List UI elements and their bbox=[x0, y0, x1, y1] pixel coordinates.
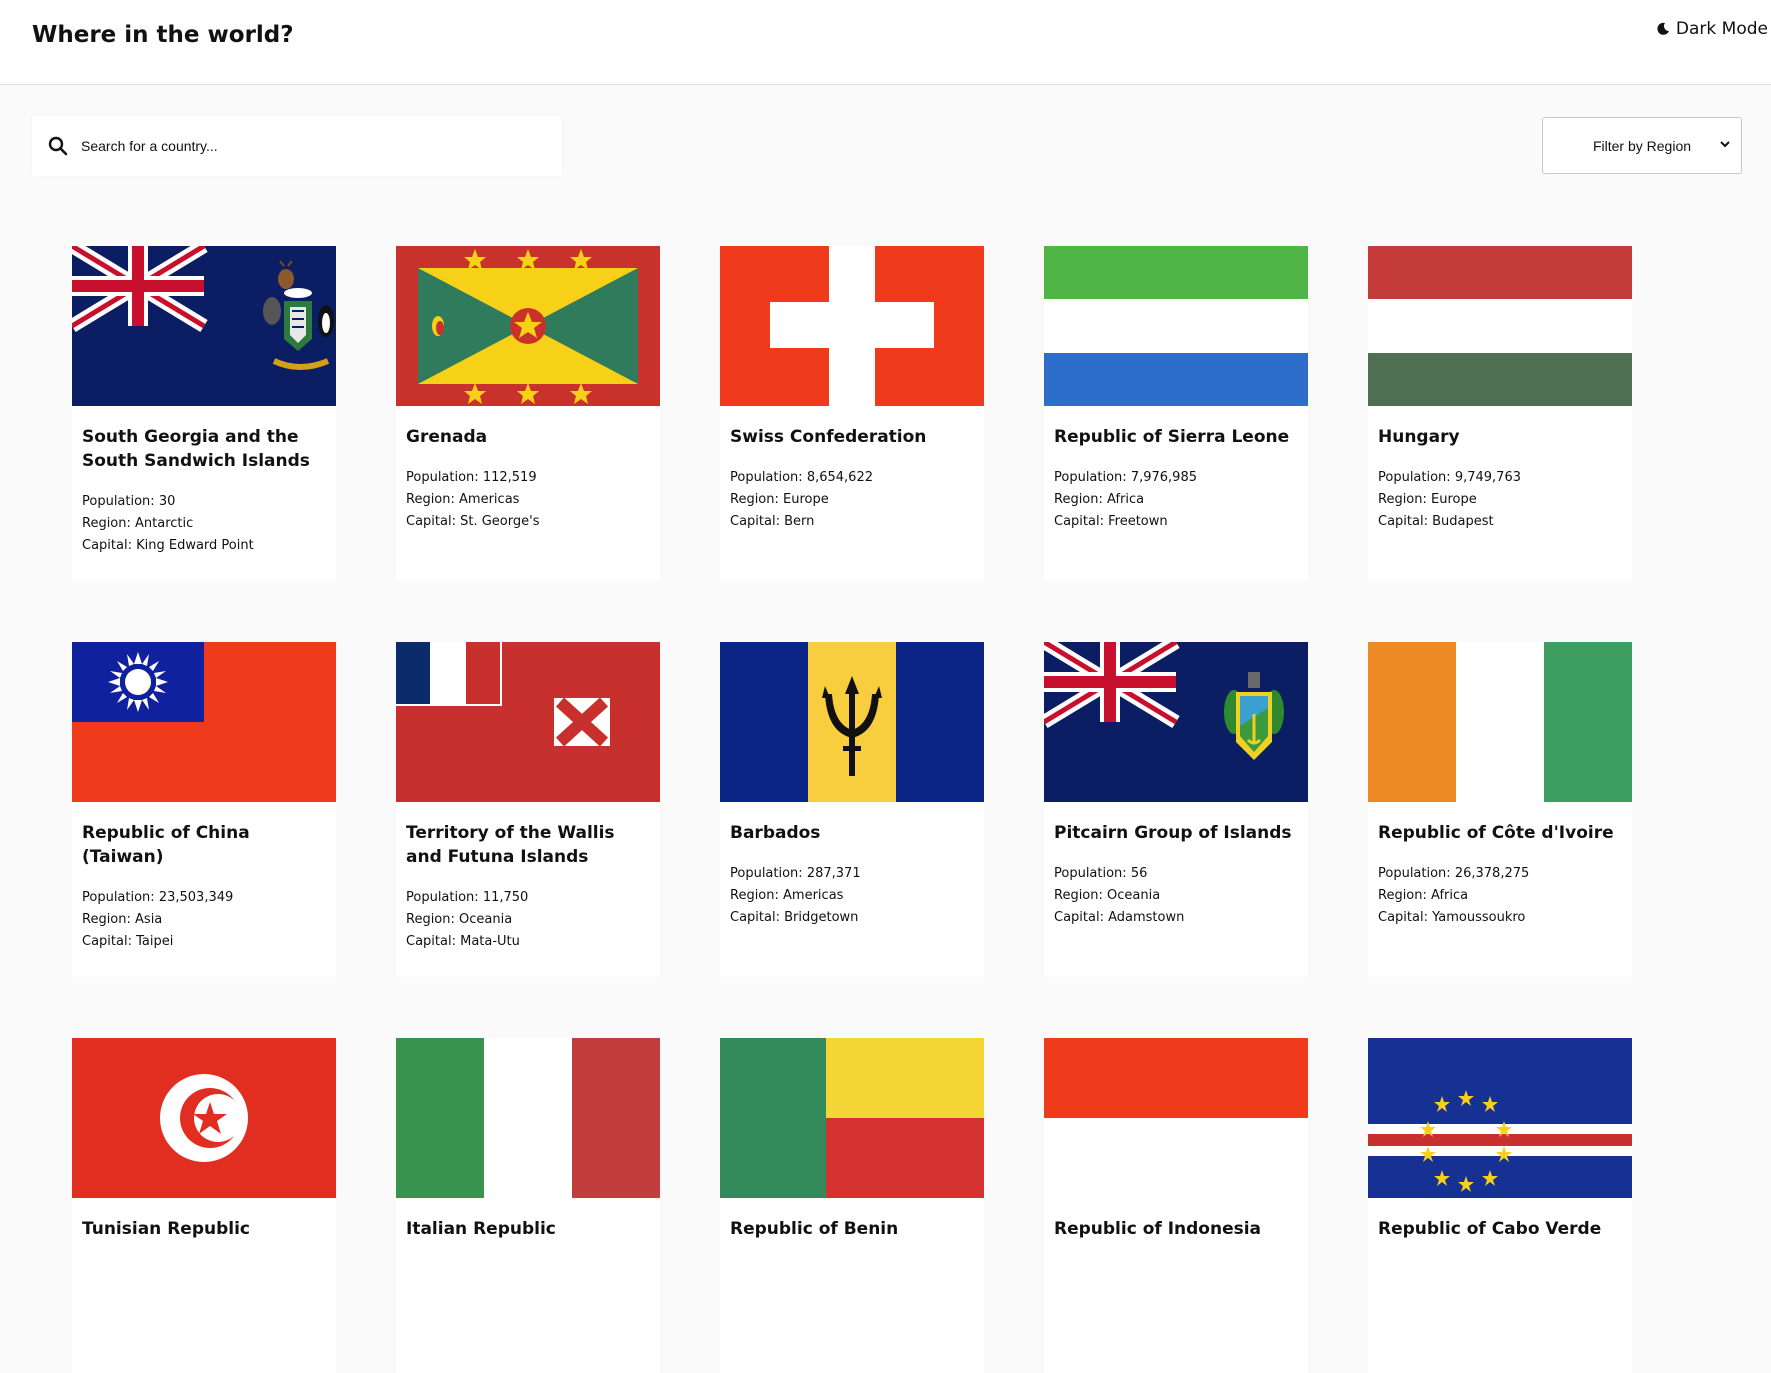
population-line: Population: 26,378,275 bbox=[1378, 866, 1530, 881]
country-name: Republic of Sierra Leone bbox=[1054, 427, 1290, 447]
capital-line: Capital: Taipei bbox=[82, 934, 174, 949]
search-icon bbox=[48, 136, 68, 156]
search-input[interactable] bbox=[81, 138, 501, 154]
capital-line: Capital: Yamoussoukro bbox=[1378, 910, 1526, 925]
country-card[interactable]: Swiss Confederation Population: 8,654,62… bbox=[720, 246, 984, 581]
benin-flag bbox=[720, 1038, 984, 1198]
region-line: Region: Oceania bbox=[406, 912, 513, 927]
capital-line: Capital: Mata-Utu bbox=[406, 934, 520, 949]
sierra-leone-flag bbox=[1044, 246, 1308, 406]
capital-line: Capital: Adamstown bbox=[1054, 910, 1185, 925]
population-line: Population: 23,503,349 bbox=[82, 890, 234, 905]
barbados-flag bbox=[720, 642, 984, 802]
country-name: South Georgia and the South Sandwich Isl… bbox=[82, 427, 310, 471]
country-card[interactable]: Pitcairn Group of Islands Population: 56… bbox=[1044, 642, 1308, 977]
cabo-verde-flag bbox=[1368, 1038, 1632, 1198]
page-title: Where in the world? bbox=[32, 22, 294, 48]
tunisia-flag bbox=[72, 1038, 336, 1198]
country-name: Republic of Cabo Verde bbox=[1378, 1219, 1602, 1239]
region-line: Region: Africa bbox=[1378, 888, 1469, 903]
country-card[interactable]: Hungary Population: 9,749,763 Region: Eu… bbox=[1368, 246, 1632, 581]
region-filter-select[interactable]: Filter by Region bbox=[1542, 117, 1742, 174]
capital-line: Capital: Bridgetown bbox=[730, 910, 859, 925]
country-card[interactable]: Republic of Benin bbox=[720, 1038, 984, 1373]
hungary-flag bbox=[1368, 246, 1632, 406]
grenada-flag bbox=[396, 246, 660, 406]
region-line: Region: Americas bbox=[406, 492, 520, 507]
country-card[interactable]: Italian Republic bbox=[396, 1038, 660, 1373]
country-card[interactable]: Grenada Population: 112,519 Region: Amer… bbox=[396, 246, 660, 581]
country-card[interactable]: Republic of China (Taiwan) Population: 2… bbox=[72, 642, 336, 977]
population-line: Population: 30 bbox=[82, 494, 176, 509]
switzerland-flag bbox=[720, 246, 984, 406]
region-line: Region: Asia bbox=[82, 912, 163, 927]
country-card[interactable]: Republic of Sierra Leone Population: 7,9… bbox=[1044, 246, 1308, 581]
country-card[interactable]: Barbados Population: 287,371 Region: Ame… bbox=[720, 642, 984, 977]
wallis-futuna-flag bbox=[396, 642, 660, 802]
country-name: Tunisian Republic bbox=[82, 1219, 250, 1239]
region-line: Region: Americas bbox=[730, 888, 844, 903]
indonesia-flag bbox=[1044, 1038, 1308, 1198]
top-header: Where in the world? Dark Mode bbox=[0, 0, 1771, 85]
country-name: Grenada bbox=[406, 427, 488, 447]
population-line: Population: 56 bbox=[1054, 866, 1148, 881]
population-line: Population: 11,750 bbox=[406, 890, 529, 905]
italy-flag bbox=[396, 1038, 660, 1198]
dark-mode-label: Dark Mode bbox=[1675, 19, 1768, 39]
country-name: Hungary bbox=[1378, 427, 1460, 447]
sgs-flag bbox=[72, 246, 336, 406]
country-name: Territory of the Wallis and Futuna Islan… bbox=[406, 823, 615, 867]
capital-line: Capital: Budapest bbox=[1378, 514, 1494, 529]
population-line: Population: 7,976,985 bbox=[1054, 470, 1197, 485]
region-line: Region: Europe bbox=[730, 492, 829, 507]
pitcairn-flag bbox=[1044, 642, 1308, 802]
country-card[interactable]: Republic of Côte d'Ivoire Population: 26… bbox=[1368, 642, 1632, 977]
region-filter-label: Filter by Region bbox=[1592, 137, 1692, 154]
country-card[interactable]: Republic of Cabo Verde bbox=[1368, 1038, 1632, 1373]
dark-mode-toggle[interactable]: Dark Mode bbox=[1656, 19, 1768, 39]
population-line: Population: 112,519 bbox=[406, 470, 537, 485]
search-box[interactable] bbox=[32, 116, 562, 176]
chevron-down-icon bbox=[1720, 141, 1730, 148]
country-name: Italian Republic bbox=[406, 1219, 556, 1239]
country-card[interactable]: Territory of the Wallis and Futuna Islan… bbox=[396, 642, 660, 977]
country-name: Republic of Benin bbox=[730, 1219, 899, 1239]
capital-line: Capital: St. George's bbox=[406, 514, 540, 529]
country-name: Barbados bbox=[730, 823, 821, 843]
country-name: Pitcairn Group of Islands bbox=[1054, 823, 1292, 843]
ivory-coast-flag bbox=[1368, 642, 1632, 802]
country-card[interactable]: Tunisian Republic bbox=[72, 1038, 336, 1373]
region-line: Region: Europe bbox=[1378, 492, 1477, 507]
capital-line: Capital: Bern bbox=[730, 514, 815, 529]
region-line: Region: Antarctic bbox=[82, 516, 194, 531]
country-name: Swiss Confederation bbox=[730, 427, 927, 447]
country-card[interactable]: Republic of Indonesia bbox=[1044, 1038, 1308, 1373]
country-name: Republic of China (Taiwan) bbox=[82, 823, 250, 867]
taiwan-flag bbox=[72, 642, 336, 802]
capital-line: Capital: Freetown bbox=[1054, 514, 1168, 529]
region-line: Region: Africa bbox=[1054, 492, 1145, 507]
country-card[interactable]: South Georgia and the South Sandwich Isl… bbox=[72, 246, 336, 581]
population-line: Population: 9,749,763 bbox=[1378, 470, 1521, 485]
capital-line: Capital: King Edward Point bbox=[82, 538, 254, 553]
country-name: Republic of Côte d'Ivoire bbox=[1378, 823, 1614, 843]
population-line: Population: 8,654,622 bbox=[730, 470, 873, 485]
region-line: Region: Oceania bbox=[1054, 888, 1161, 903]
country-name: Republic of Indonesia bbox=[1054, 1219, 1262, 1239]
moon-icon bbox=[1657, 22, 1669, 35]
population-line: Population: 287,371 bbox=[730, 866, 861, 881]
